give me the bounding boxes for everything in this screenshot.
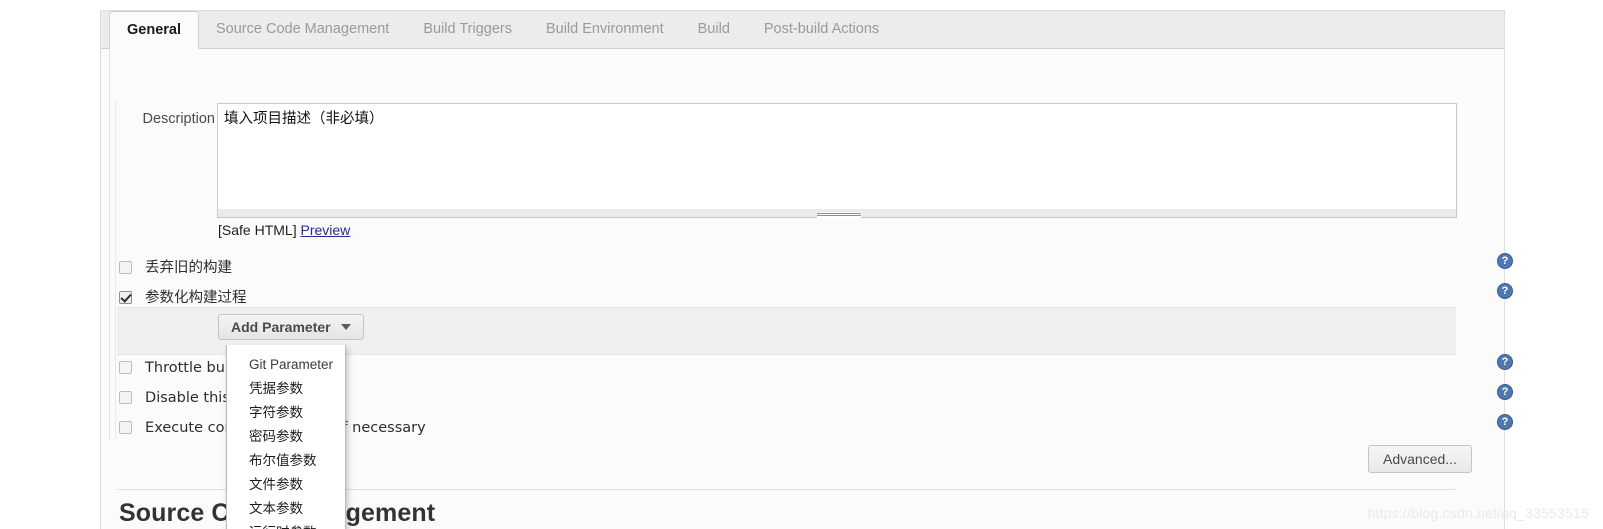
config-panel: General Source Code Management Build Tri… bbox=[100, 10, 1513, 529]
description-preview-link[interactable]: Preview bbox=[300, 222, 350, 238]
description-resize-handle[interactable] bbox=[817, 212, 861, 218]
checkbox-discard-old-builds[interactable] bbox=[119, 260, 132, 274]
form-left-rail-inner bbox=[115, 101, 116, 439]
option-row-discard-old-builds[interactable]: 丢弃旧的构建 bbox=[119, 253, 232, 283]
menu-item-label: Git Parameter bbox=[249, 357, 334, 372]
menu-item-label: 密码参数 bbox=[249, 429, 303, 445]
checkbox-concurrent-builds[interactable] bbox=[119, 420, 132, 434]
advanced-button-label: Advanced... bbox=[1383, 451, 1457, 467]
menu-item-boolean-parameter[interactable]: 布尔值参数 bbox=[227, 449, 345, 473]
menu-item-text-parameter[interactable]: 文本参数 bbox=[227, 497, 345, 521]
menu-item-password-parameter[interactable]: 密码参数 bbox=[227, 425, 345, 449]
tab-label: Source Code Management bbox=[216, 21, 390, 37]
tab-post-build-actions[interactable]: Post-build Actions bbox=[747, 11, 896, 49]
menu-item-git-parameter[interactable]: Git Parameter bbox=[227, 353, 345, 377]
checkbox-throttle-builds[interactable] bbox=[119, 360, 132, 374]
menu-item-label: 凭据参数 bbox=[249, 381, 303, 397]
help-circle-icon[interactable] bbox=[1497, 253, 1513, 269]
tab-label: Post-build Actions bbox=[763, 21, 880, 37]
description-input[interactable] bbox=[217, 103, 1457, 211]
tab-label: Build Triggers bbox=[423, 21, 512, 37]
checkbox-disable-project[interactable] bbox=[119, 390, 132, 404]
tab-label: Build Environment bbox=[545, 21, 664, 37]
tab-source-code-management[interactable]: Source Code Management bbox=[199, 11, 406, 49]
menu-item-label: 文件参数 bbox=[249, 477, 303, 493]
form-left-rail bbox=[109, 49, 110, 439]
menu-item-label: 字符参数 bbox=[249, 405, 303, 421]
checkbox-parameterized-build[interactable] bbox=[119, 290, 132, 304]
general-form-body: Description [Safe HTML] Preview 丢弃旧的构建 参… bbox=[101, 49, 1513, 529]
help-circle-icon[interactable] bbox=[1497, 283, 1513, 299]
add-parameter-button[interactable]: Add Parameter bbox=[218, 314, 364, 340]
tab-build[interactable]: Build bbox=[681, 11, 747, 49]
tab-general[interactable]: General bbox=[109, 11, 199, 49]
add-parameter-label: Add Parameter bbox=[231, 319, 331, 335]
config-tab-bar: General Source Code Management Build Tri… bbox=[101, 11, 1504, 49]
tab-build-environment[interactable]: Build Environment bbox=[529, 11, 681, 49]
description-label: Description bbox=[142, 111, 215, 127]
menu-item-file-parameter[interactable]: 文件参数 bbox=[227, 473, 345, 497]
help-circle-icon[interactable] bbox=[1497, 384, 1513, 400]
menu-item-string-parameter[interactable]: 字符参数 bbox=[227, 401, 345, 425]
chevron-down-icon bbox=[340, 324, 351, 331]
safe-html-line: [Safe HTML] Preview bbox=[218, 222, 350, 238]
safe-html-label: [Safe HTML] bbox=[218, 222, 297, 238]
menu-item-label: 运行时参数 bbox=[249, 525, 317, 529]
menu-item-label: 文本参数 bbox=[249, 501, 303, 517]
menu-item-credentials-parameter[interactable]: 凭据参数 bbox=[227, 377, 345, 401]
help-circle-icon[interactable] bbox=[1497, 354, 1513, 370]
menu-item-label: 布尔值参数 bbox=[249, 453, 317, 469]
jenkins-job-config-screen: General Source Code Management Build Tri… bbox=[0, 0, 1603, 529]
tab-label: Build bbox=[697, 21, 730, 37]
add-parameter-dropdown-menu[interactable]: Git Parameter 凭据参数 字符参数 密码参数 布尔值参数 文件参数 bbox=[226, 345, 346, 529]
help-circle-icon[interactable] bbox=[1497, 414, 1513, 430]
watermark-text: https://blog.csdn.net/qq_33553515 bbox=[1367, 505, 1589, 521]
option-label: 参数化构建过程 bbox=[145, 290, 247, 307]
option-label: 丢弃旧的构建 bbox=[145, 260, 233, 277]
advanced-button[interactable]: Advanced... bbox=[1368, 445, 1472, 473]
tab-label: General bbox=[127, 22, 181, 38]
tab-build-triggers[interactable]: Build Triggers bbox=[406, 11, 529, 49]
menu-item-run-parameter[interactable]: 运行时参数 bbox=[227, 521, 345, 529]
